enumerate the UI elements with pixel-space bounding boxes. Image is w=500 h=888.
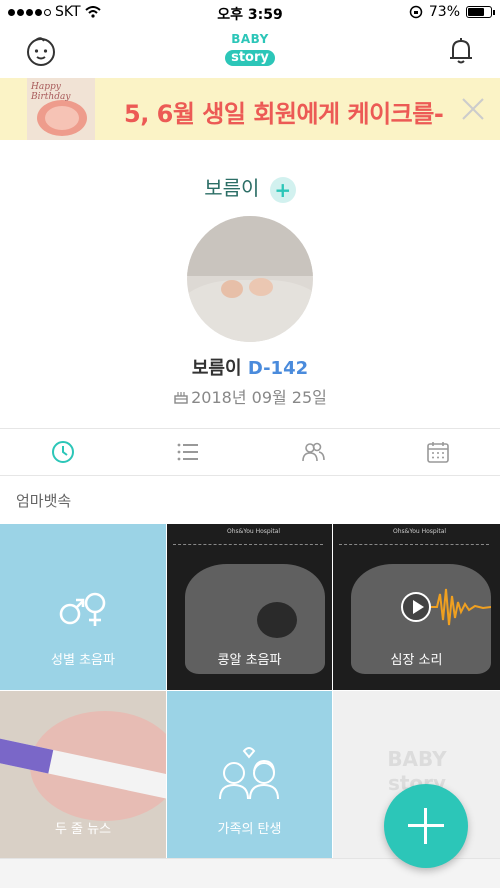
birthday-banner[interactable]: Happy Birthday 5, 6월 생일 회원에게 케이크를- bbox=[0, 78, 500, 140]
avatar[interactable] bbox=[187, 216, 313, 342]
add-button[interactable] bbox=[384, 784, 468, 868]
app-logo: BABY story bbox=[222, 32, 278, 72]
play-icon[interactable] bbox=[401, 592, 431, 622]
ultrasound-header: Ohs&You Hospital bbox=[227, 528, 281, 535]
due-date-line: 2018년 09월 25일 bbox=[0, 384, 500, 408]
tile-label: 심장 소리 bbox=[390, 653, 443, 668]
calendar-icon bbox=[426, 442, 449, 463]
tile-family-birth[interactable]: 가족의 탄생 bbox=[167, 691, 332, 859]
top-nav: BABY story bbox=[0, 26, 500, 78]
cake-icon bbox=[174, 392, 188, 404]
cake-image: Happy Birthday bbox=[27, 78, 95, 140]
sound-wave-icon bbox=[431, 588, 491, 626]
status-right: 73% bbox=[409, 4, 495, 20]
ultrasound-ruler bbox=[173, 544, 323, 545]
close-icon[interactable] bbox=[460, 96, 486, 122]
tile-label: 콩알 초음파 bbox=[217, 653, 282, 668]
ultrasound-ruler bbox=[339, 544, 489, 545]
banner-text: 5, 6월 생일 회원에게 케이크를- bbox=[124, 100, 444, 128]
tile-heartbeat[interactable]: Ohs&You Hospital 심장 소리 bbox=[333, 524, 500, 690]
tile-gender-ultrasound[interactable]: 성별 초음파 bbox=[0, 524, 166, 690]
content-tabs bbox=[0, 428, 500, 476]
clock-icon bbox=[51, 441, 74, 463]
tile-two-lines-news[interactable]: 두 줄 뉴스 bbox=[0, 691, 166, 859]
cake-topper-text: Happy Birthday bbox=[31, 82, 71, 102]
profile-name-row: 보름이 + bbox=[0, 172, 500, 203]
baby-face-icon[interactable] bbox=[24, 34, 58, 68]
child-dday-line: 보름이 D-142 bbox=[0, 354, 500, 380]
tab-calendar[interactable] bbox=[375, 429, 500, 475]
section-label: 엄마뱃속 bbox=[16, 492, 72, 510]
tab-family[interactable] bbox=[250, 429, 375, 475]
rotation-lock-icon bbox=[409, 5, 423, 19]
due-date: 2018년 09월 25일 bbox=[191, 388, 327, 407]
tab-timeline[interactable] bbox=[0, 429, 125, 475]
dday-counter: D-142 bbox=[247, 358, 309, 379]
battery-icon bbox=[466, 6, 495, 18]
bell-icon[interactable] bbox=[448, 36, 474, 66]
couple-icon bbox=[219, 747, 279, 800]
ultrasound-header: Ohs&You Hospital bbox=[393, 528, 447, 535]
tile-label: 가족의 탄생 bbox=[217, 822, 282, 837]
tab-list[interactable] bbox=[125, 429, 250, 475]
list-icon bbox=[177, 443, 198, 461]
family-icon bbox=[301, 442, 325, 462]
watermark-line1: BABY bbox=[387, 747, 447, 771]
status-bar: SKT 오후 3:59 73% bbox=[0, 0, 500, 26]
gender-icon bbox=[59, 592, 106, 626]
logo-line2: story bbox=[225, 50, 275, 66]
add-child-button[interactable]: + bbox=[269, 176, 296, 203]
battery-percent: 73% bbox=[428, 4, 460, 20]
tile-label: 성별 초음파 bbox=[51, 653, 115, 668]
tile-label: 두 줄 뉴스 bbox=[54, 822, 112, 837]
tile-bean-ultrasound[interactable]: Ohs&You Hospital 콩알 초음파 bbox=[167, 524, 332, 690]
child-name: 보름이 bbox=[191, 358, 242, 379]
logo-line1: BABY bbox=[231, 32, 269, 46]
profile-name[interactable]: 보름이 bbox=[204, 176, 259, 200]
